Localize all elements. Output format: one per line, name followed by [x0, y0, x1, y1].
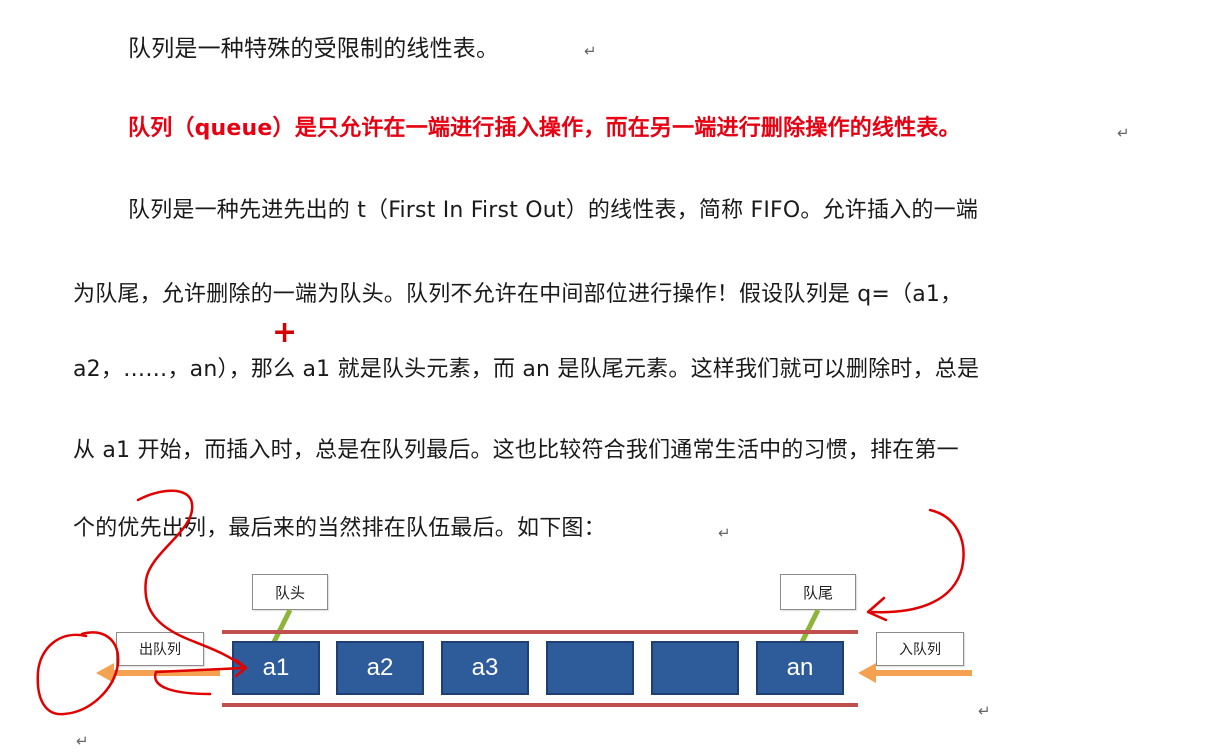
dequeue-arrow: [112, 670, 220, 676]
dequeue-arrowhead: [96, 663, 114, 683]
paragraph-line-6: 从 a1 开始，而插入时，总是在队列最后。这也比较符合我们通常生活中的习惯，排在…: [73, 438, 959, 463]
queue-cell-a3: a3: [441, 641, 529, 695]
enqueue-arrowhead: [858, 663, 876, 683]
queue-cell-a1: a1: [232, 641, 320, 695]
paragraph-line-2-highlight: 队列（queue）是只允许在一端进行插入操作，而在另一端进行删除操作的线性表。: [128, 116, 961, 141]
queue-bottom-rail: [222, 703, 858, 707]
mouse-cursor-crosshair: +: [272, 315, 298, 350]
paragraph-return-mark: ↵: [584, 42, 597, 60]
paragraph-line-1: 队列是一种特殊的受限制的线性表。: [128, 36, 500, 62]
queue-top-rail: [222, 630, 858, 634]
paragraph-line-4: 为队尾，允许删除的一端为队头。队列不允许在中间部位进行操作！假设队列是 q=（a…: [73, 282, 963, 307]
queue-cell-empty-1: [546, 641, 634, 695]
paragraph-return-mark: ↵: [1117, 124, 1130, 142]
enqueue-arrow: [876, 670, 972, 676]
queue-cell-a2: a2: [336, 641, 424, 695]
queue-cell-an: an: [756, 641, 844, 695]
queue-cell-empty-2: [651, 641, 739, 695]
paragraph-return-mark: ↵: [978, 702, 991, 720]
paragraph-return-mark: ↵: [76, 732, 89, 750]
paragraph-return-mark: ↵: [718, 524, 731, 542]
paragraph-line-5: a2，……，an），那么 a1 就是队头元素，而 an 是队尾元素。这样我们就可…: [73, 357, 980, 382]
paragraph-line-3: 队列是一种先进先出的 t（First In First Out）的线性表，简称 …: [128, 198, 979, 223]
queue-diagram: 队头 队尾 出队列 入队列 a1 a2 a3 an ↵: [0, 560, 1216, 752]
paragraph-line-7: 个的优先出列，最后来的当然排在队伍最后。如下图：: [73, 516, 606, 541]
